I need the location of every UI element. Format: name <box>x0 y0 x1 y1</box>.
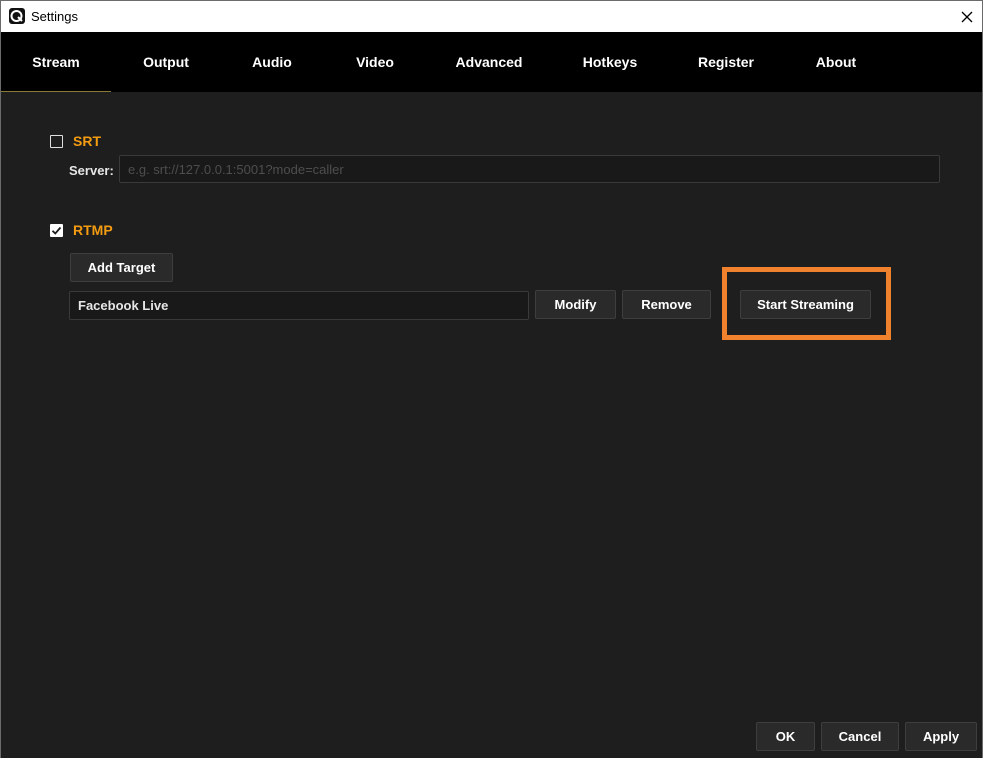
rtmp-label: RTMP <box>73 222 113 238</box>
rtmp-checkbox[interactable] <box>50 224 63 237</box>
close-icon <box>961 11 973 22</box>
tab-video[interactable]: Video <box>344 32 406 92</box>
srt-label: SRT <box>73 133 101 149</box>
settings-window: Settings Stream Output Audio Video Advan… <box>0 0 983 758</box>
checkmark-icon <box>51 226 62 235</box>
title-bar: Settings <box>1 1 982 32</box>
tab-bar: Stream Output Audio Video Advanced Hotke… <box>1 32 982 92</box>
apply-button[interactable]: Apply <box>905 722 977 751</box>
target-field[interactable] <box>69 291 529 320</box>
start-streaming-button[interactable]: Start Streaming <box>740 290 871 319</box>
tab-about[interactable]: About <box>806 32 866 92</box>
add-target-button[interactable]: Add Target <box>70 253 173 282</box>
close-button[interactable] <box>952 1 982 32</box>
srt-checkbox[interactable] <box>50 135 63 148</box>
tab-audio[interactable]: Audio <box>241 32 303 92</box>
tab-output[interactable]: Output <box>131 32 201 92</box>
ok-button[interactable]: OK <box>756 722 815 751</box>
cancel-button[interactable]: Cancel <box>821 722 899 751</box>
server-label: Server: <box>69 163 114 178</box>
window-title: Settings <box>31 9 78 24</box>
modify-button[interactable]: Modify <box>535 290 616 319</box>
remove-button[interactable]: Remove <box>622 290 711 319</box>
tab-stream[interactable]: Stream <box>1 32 111 92</box>
srt-server-input[interactable] <box>119 155 940 183</box>
tab-register[interactable]: Register <box>691 32 761 92</box>
stream-settings-panel: SRT Server: RTMP Add Target Modify Remov… <box>1 92 982 758</box>
tab-hotkeys[interactable]: Hotkeys <box>575 32 645 92</box>
app-logo-icon <box>9 8 25 24</box>
tab-advanced[interactable]: Advanced <box>449 32 529 92</box>
